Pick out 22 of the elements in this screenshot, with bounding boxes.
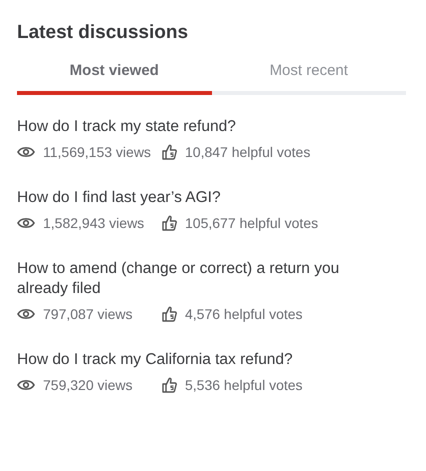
thumbs-up-icon xyxy=(162,377,177,393)
helpful-vote-count: 5,536 helpful votes xyxy=(185,377,303,393)
discussion-link[interactable]: How do I track my California tax refund? xyxy=(17,350,406,370)
eye-icon xyxy=(17,379,35,391)
helpful-vote-count: 105,677 helpful votes xyxy=(185,215,318,231)
view-count: 797,087 views xyxy=(43,306,133,322)
helpful-vote-count: 4,576 helpful votes xyxy=(185,306,303,322)
discussion-link[interactable]: How do I track my state refund? xyxy=(17,117,406,137)
thumbs-up-icon xyxy=(162,144,177,160)
discussion-link[interactable]: How to amend (change or correct) a return you already filed xyxy=(17,259,406,299)
thumbs-up-icon xyxy=(162,306,177,322)
view-count: 11,569,153 views xyxy=(43,144,151,160)
eye-icon xyxy=(17,308,35,320)
view-count: 1,582,943 views xyxy=(43,215,144,231)
tab[interactable]: Most viewed xyxy=(17,58,212,95)
eye-icon xyxy=(17,146,35,158)
helpful-vote-count: 10,847 helpful votes xyxy=(185,144,310,160)
eye-icon xyxy=(17,217,35,229)
view-count: 759,320 views xyxy=(43,377,133,393)
discussion-link[interactable]: How do I find last year’s AGI? xyxy=(17,188,406,208)
thumbs-up-icon xyxy=(162,215,177,231)
section-heading: Latest discussions xyxy=(17,22,190,44)
